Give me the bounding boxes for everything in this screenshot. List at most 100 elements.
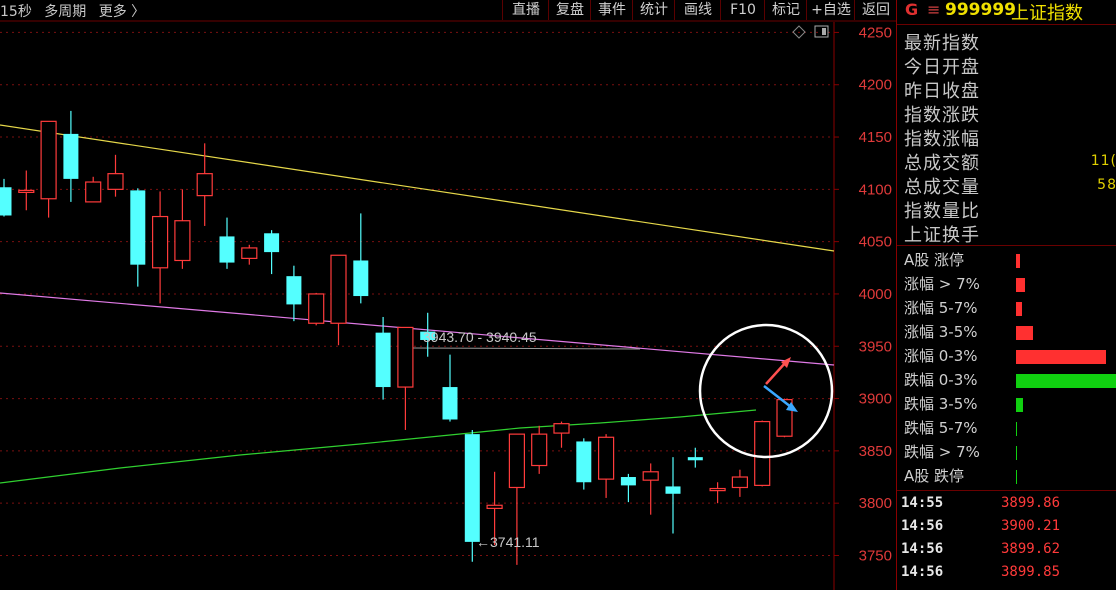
live-button[interactable]: 直播	[502, 0, 549, 20]
period-selector[interactable]: 15秒 多周期 更多 〉	[0, 1, 153, 21]
candle-up[interactable]	[174, 189, 191, 269]
more-menu[interactable]: 更多 〉	[99, 4, 145, 20]
panel-header: G ≡ 999999 上证指数	[897, 0, 1116, 25]
y-tick-label: 4200	[859, 77, 892, 94]
candle-up[interactable]	[241, 244, 258, 265]
candle-down[interactable]	[576, 438, 592, 490]
distribution-label: 涨幅 0-3%	[904, 347, 978, 365]
review-button[interactable]: 复盘	[548, 0, 591, 20]
candle-down[interactable]	[353, 213, 369, 304]
candle-up[interactable]	[152, 191, 169, 304]
range-label: 3943.70 - 3940.45	[423, 329, 537, 345]
distribution-bar	[1016, 254, 1020, 268]
candle-body	[107, 173, 124, 190]
candle-body	[397, 326, 414, 388]
candle-up[interactable]	[85, 176, 102, 203]
menu-icon[interactable]: ≡	[927, 0, 940, 19]
stat-row: 昨日收盘	[904, 77, 1116, 103]
stat-label: 最新指数	[904, 33, 980, 54]
chart-toolbar: 15秒 多周期 更多 〉 直播 复盘 事件 统计 画线 F10 标记 +自选 返…	[0, 0, 896, 20]
candle-up[interactable]	[531, 425, 548, 474]
candle-up[interactable]	[40, 120, 57, 218]
candle-down[interactable]	[375, 316, 391, 400]
mark-button[interactable]: 标记	[764, 0, 807, 20]
tick-time: 14:56	[901, 564, 944, 580]
distribution-bar	[1016, 302, 1022, 316]
candle-up[interactable]	[642, 463, 659, 515]
candle-up[interactable]	[308, 292, 325, 326]
candle-down[interactable]	[665, 457, 681, 534]
yellow-trendline[interactable]	[0, 124, 835, 252]
candle-body	[241, 247, 258, 259]
candle-body	[63, 133, 79, 179]
candle-body	[464, 434, 480, 542]
candle-down[interactable]	[286, 265, 302, 322]
stat-label: 总成交量	[904, 177, 980, 198]
candle-down[interactable]	[620, 473, 636, 503]
stat-row: 今日开盘	[904, 53, 1116, 79]
candle-body	[486, 504, 503, 510]
candle-up[interactable]	[754, 420, 771, 487]
stat-value: 11(	[1090, 153, 1116, 169]
y-tick-label: 3750	[859, 547, 892, 564]
tick-price: 3899.86	[1001, 495, 1061, 511]
candle-up[interactable]	[107, 154, 124, 197]
distribution-label: 跌幅 > 7%	[904, 443, 980, 461]
candle-down[interactable]	[63, 110, 79, 202]
back-button[interactable]: 返回	[854, 0, 897, 20]
multi-period[interactable]: 多周期	[44, 4, 86, 20]
stat-value: 58	[1097, 177, 1116, 193]
period-15s[interactable]: 15秒	[0, 4, 32, 20]
stat-label: 指数涨跌	[904, 105, 980, 126]
candle-down[interactable]	[130, 188, 146, 287]
draw-line-button[interactable]: 画线	[674, 0, 721, 20]
g-logo-icon[interactable]: G	[905, 0, 918, 19]
candlestick-chart[interactable]: 4250 4200 4150 4100 4050 4000 3950 3900 3850 3800…	[0, 0, 896, 590]
magenta-trendline[interactable]	[0, 292, 835, 366]
candle-body	[687, 457, 703, 461]
add-watchlist-button[interactable]: +自选	[806, 0, 855, 20]
candle-body	[18, 189, 35, 193]
candle-down[interactable]	[264, 230, 280, 275]
divider	[897, 490, 1116, 491]
up-arrow-icon	[765, 357, 791, 385]
stat-label: 指数量比	[904, 201, 980, 222]
candles	[0, 110, 793, 565]
events-button[interactable]: 事件	[590, 0, 633, 20]
candle-up[interactable]	[397, 326, 414, 430]
f10-button[interactable]: F10	[720, 0, 765, 20]
divider	[897, 245, 1116, 246]
price-axis: 4250 4200 4150 4100 4050 4000 3950 3900 3850 3800…	[833, 22, 892, 590]
stat-row: 总成交量 58	[904, 173, 1116, 199]
distribution-label: 涨幅 > 7%	[904, 275, 980, 293]
y-tick-label: 4000	[859, 286, 892, 303]
tick-price: 3900.21	[1001, 518, 1061, 534]
candle-down[interactable]	[0, 178, 12, 217]
candle-body	[754, 420, 771, 486]
candle-up[interactable]	[553, 421, 570, 448]
candle-up[interactable]	[709, 482, 726, 504]
distribution-label: 涨幅 5-7%	[904, 299, 978, 317]
panel-toggle-icon	[814, 25, 829, 38]
distribution-bar	[1016, 422, 1017, 436]
y-tick-label: 4050	[859, 234, 892, 251]
candle-body	[196, 173, 213, 197]
stat-row: 最新指数	[904, 29, 1116, 55]
candle-down[interactable]	[442, 354, 458, 422]
stat-row: 指数涨幅	[904, 125, 1116, 151]
distribution-label: A股 跌停	[904, 467, 965, 485]
candle-up[interactable]	[330, 254, 347, 346]
candle-body	[642, 471, 659, 481]
candle-up[interactable]	[597, 434, 615, 498]
candle-up[interactable]	[731, 469, 749, 497]
candle-up[interactable]	[18, 170, 35, 211]
candle-body	[264, 233, 280, 253]
stats-button[interactable]: 统计	[632, 0, 675, 20]
quote-side-panel: G ≡ 999999 上证指数 最新指数 今日开盘 昨日收盘 指数涨跌 指数涨幅 总成交额…	[896, 0, 1116, 590]
candle-down[interactable]	[219, 217, 235, 269]
tick-time: 14:55	[901, 495, 944, 511]
stat-label: 指数涨幅	[904, 129, 980, 150]
distribution-bar	[1016, 446, 1017, 460]
y-tick-label: 4150	[859, 129, 892, 146]
distribution-bar	[1016, 350, 1106, 364]
